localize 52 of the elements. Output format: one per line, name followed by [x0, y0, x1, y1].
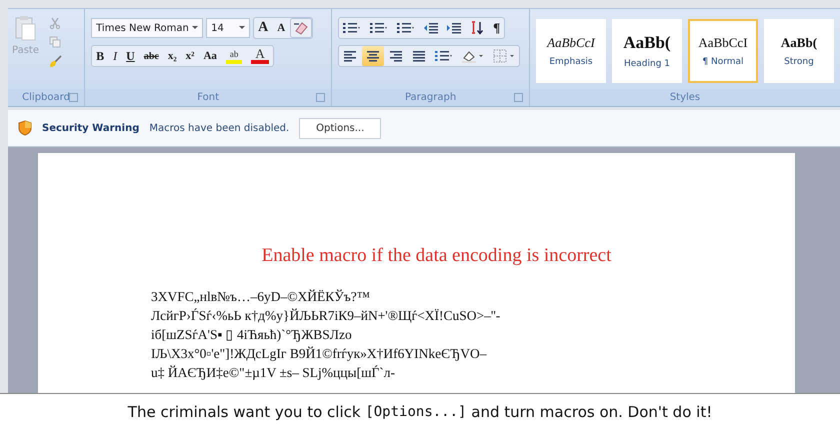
warning-title: Security Warning: [42, 122, 140, 134]
group-label: Clipboard: [22, 92, 70, 103]
style-option[interactable]: AaBbCcI ¶ Normal: [688, 19, 758, 83]
format-button[interactable]: x₂: [164, 46, 181, 66]
line-spacing-icon: [434, 49, 454, 63]
bullet-list-icon: [342, 21, 362, 35]
font-size-field[interactable]: 14: [206, 18, 250, 38]
format-button[interactable]: abc: [140, 46, 163, 66]
increase-indent-icon: [446, 21, 462, 35]
shield-icon: [18, 120, 32, 136]
group-label: Styles: [670, 92, 700, 103]
eraser-icon[interactable]: [290, 18, 312, 38]
format-button[interactable]: U: [122, 46, 139, 66]
show-marks-button[interactable]: ¶: [489, 18, 504, 38]
font-name-field[interactable]: Times New Roman: [91, 18, 204, 38]
numbered-list-icon: [369, 21, 390, 35]
justify-icon: [411, 49, 428, 63]
decrease-indent-icon: [423, 21, 440, 35]
garbled-text: 3XVFC„нlв№ъ…–6уD–©ХЙЁКЎъ?™: [151, 288, 371, 306]
style-option[interactable]: AaBb( Heading 1: [612, 19, 682, 83]
garbled-text: ІЉ\Х3х°0▫'е"]!ЖДсLgІг В9Й1©frѓук»Х†Иf6YINkеЄЂVО–: [151, 345, 488, 363]
format-button[interactable]: x²: [182, 46, 198, 66]
grow-font-button[interactable]: A: [254, 18, 272, 38]
clipboard-icon: [14, 15, 36, 41]
multilevel-list-icon: [396, 21, 416, 35]
align-right-icon: [388, 49, 404, 63]
format-button[interactable]: Aa: [199, 46, 221, 66]
caret-icon[interactable]: [239, 26, 246, 30]
font-color-button[interactable]: A: [251, 48, 269, 64]
format-button[interactable]: B: [92, 46, 108, 66]
border-icon: [492, 49, 516, 63]
style-option[interactable]: AaBbCcI Emphasis: [536, 19, 606, 83]
highlight-button[interactable]: ab: [226, 48, 242, 64]
group-label: Paragraph: [404, 92, 456, 103]
garbled-text: ЛсйгР›ЃЅѓ‹%ьЬ к†д%у}ЙЉЬR7іК9–йN+'®Щѓ<ХЇ!СuЅО>–''-: [151, 307, 502, 325]
align-left-icon: [342, 49, 358, 63]
format-button[interactable]: I: [109, 46, 122, 66]
brush-icon[interactable]: [49, 55, 62, 68]
garbled-text: іб[шZЅѓА'Ѕ▪ ▯ 4іЋяьћ)`°ЂЖВЅЛzо: [151, 326, 353, 344]
paint-bucket-icon: [461, 49, 486, 63]
caption-text: The criminals want you to click [Options...] and turn macros on. Don't do it!: [0, 393, 840, 430]
style-option[interactable]: AaBb( Strong: [764, 19, 834, 83]
group-label: Font: [197, 92, 220, 103]
caret-icon[interactable]: [192, 26, 198, 30]
options-button[interactable]: Options...: [299, 118, 382, 138]
document-heading: Enable macro if the data encoding is incorrect: [260, 245, 612, 267]
align-center-icon: [365, 49, 382, 63]
align-button[interactable]: [362, 46, 384, 66]
warning-message: Macros have been disabled.: [149, 122, 290, 134]
shrink-font-button[interactable]: A: [273, 18, 290, 38]
garbled-text: u‡ ЙАЄЂИ‡е©"±µ1V ±s– ЅLj%ццы[шЃ`л-: [151, 364, 396, 382]
sort-icon: [469, 20, 486, 36]
